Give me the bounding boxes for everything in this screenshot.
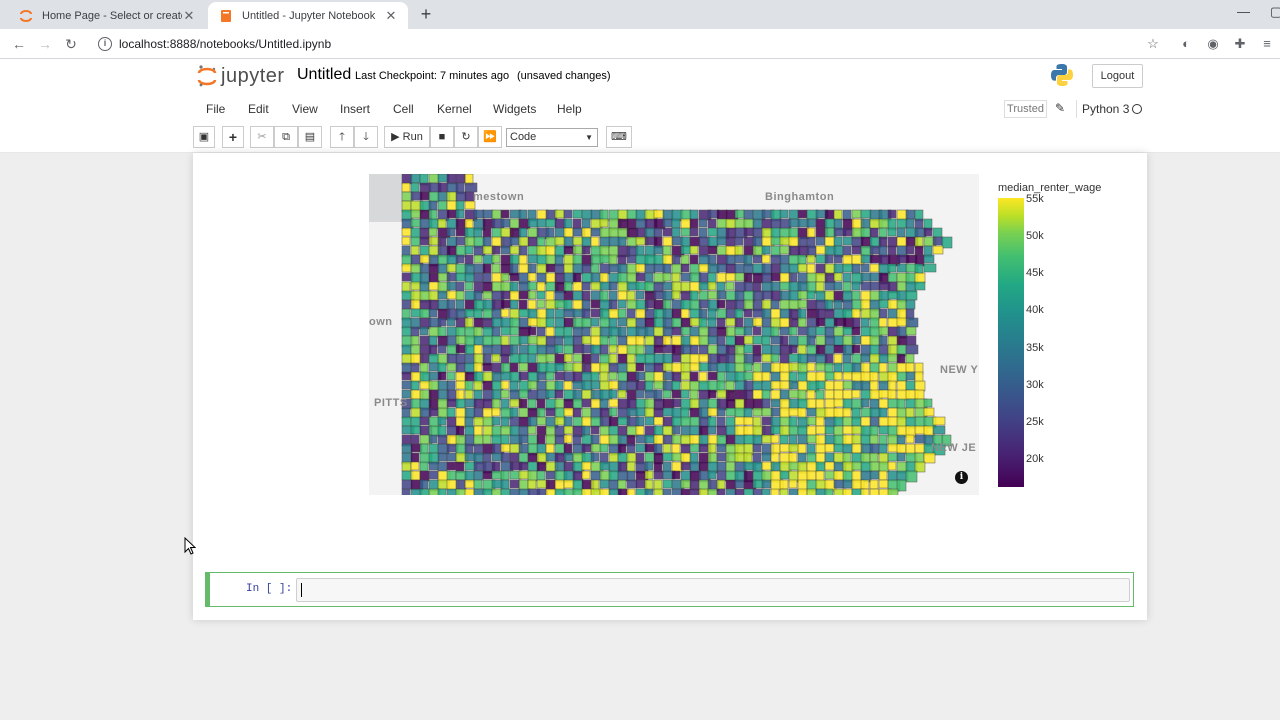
run-button[interactable]: ▶ Run (384, 126, 430, 148)
extension-icon[interactable]: ◐ (1178, 36, 1194, 52)
stop-icon: ■ (438, 131, 446, 143)
text-caret (301, 583, 302, 597)
jupyter-logo[interactable]: jupyter (197, 64, 285, 88)
new-tab-button[interactable]: + (416, 4, 436, 24)
interrupt-button[interactable]: ■ (430, 126, 454, 148)
jupyter-favicon-icon (18, 8, 34, 24)
code-input[interactable] (296, 578, 1130, 602)
play-icon: ▶ (391, 131, 400, 143)
save-button[interactable]: ▣ (193, 126, 215, 148)
map-label-new-jersey: NEW JE (931, 442, 977, 454)
close-icon[interactable]: ✕ (384, 8, 398, 24)
extension-globe-icon[interactable]: ◉ (1205, 36, 1221, 52)
save-icon: ▣ (198, 131, 210, 143)
jupyter-logo-icon (197, 65, 217, 87)
pencil-icon[interactable]: ✎ (1055, 101, 1065, 115)
tab-title: Home Page - Select or create a n (42, 9, 182, 22)
fast-forward-icon: ⏩ (483, 131, 497, 143)
colorbar-tick: 45k (1026, 267, 1044, 279)
kernel-name[interactable]: Python 3 (1082, 102, 1129, 116)
menu-view[interactable]: View (292, 102, 318, 116)
address-bar: ← → ↻ i localhost:8888/notebooks/Untitle… (0, 29, 1280, 59)
move-down-button[interactable]: 🡓 (354, 126, 378, 148)
plus-icon: + (228, 129, 238, 145)
input-prompt: In [ ]: (246, 583, 293, 595)
keyboard-icon: ⌨ (611, 131, 627, 143)
paste-button[interactable]: ▤ (298, 126, 322, 148)
tab-untitled-notebook[interactable]: Untitled - Jupyter Notebook ✕ (208, 2, 408, 29)
colorbar-tick: 25k (1026, 416, 1044, 428)
reload-icon[interactable]: ↻ (62, 35, 80, 53)
colorbar-tick: 30k (1026, 379, 1044, 391)
map-label-town: own (369, 316, 393, 328)
colorbar (998, 198, 1024, 487)
arrow-up-icon: 🡑 (339, 131, 345, 143)
menu-insert[interactable]: Insert (340, 102, 370, 116)
copy-icon: ⧉ (282, 131, 290, 143)
restart-button[interactable]: ↻ (454, 126, 478, 148)
mouse-cursor-icon (184, 537, 196, 555)
site-info-icon[interactable]: i (98, 37, 112, 51)
colorbar-tick: 40k (1026, 304, 1044, 316)
kernel-idle-indicator-icon (1132, 104, 1142, 114)
move-up-button[interactable]: 🡑 (330, 126, 354, 148)
run-label: Run (402, 131, 423, 143)
bookmark-star-icon[interactable]: ☆ (1145, 36, 1161, 52)
puzzle-icon[interactable]: ✚ (1232, 36, 1248, 52)
url-field[interactable]: localhost:8888/notebooks/Untitled.ipynb (119, 37, 331, 51)
map-canvas (369, 174, 953, 495)
jupyter-logo-text: jupyter (221, 64, 285, 87)
colorbar-tick: 35k (1026, 342, 1044, 354)
notebook-title[interactable]: Untitled (297, 66, 351, 84)
tab-home-page[interactable]: Home Page - Select or create a n ✕ (8, 2, 206, 29)
restart-icon: ↻ (461, 131, 471, 143)
close-icon[interactable]: ✕ (182, 8, 196, 24)
copy-button[interactable]: ⧉ (274, 126, 298, 148)
command-palette-button[interactable]: ⌨ (606, 126, 632, 148)
trusted-badge[interactable]: Trusted (1004, 100, 1047, 118)
cut-button[interactable]: ✂ (250, 126, 274, 148)
map-tracts (401, 174, 953, 495)
cell-type-select[interactable]: Code ▼ (506, 128, 598, 147)
maximize-icon[interactable]: ▢ (1270, 4, 1280, 20)
colorbar-title: median_renter_wage (998, 182, 1102, 194)
back-arrow-icon[interactable]: ← (10, 35, 28, 53)
logout-button[interactable]: Logout (1092, 64, 1143, 88)
menu-widgets[interactable]: Widgets (493, 102, 536, 116)
reading-list-icon[interactable]: ≡ (1259, 36, 1275, 52)
forward-arrow-icon[interactable]: → (36, 35, 54, 53)
browser-tab-bar: Home Page - Select or create a n ✕ Untit… (0, 0, 1280, 29)
menu-cell[interactable]: Cell (393, 102, 414, 116)
menu-file[interactable]: File (206, 102, 225, 116)
arrow-down-icon: 🡓 (363, 131, 369, 143)
colorbar-tick: 20k (1026, 453, 1044, 465)
map-label-pittsburgh: PITTS (374, 397, 408, 409)
cell-type-value: Code (510, 131, 537, 143)
minimize-icon[interactable]: — (1237, 4, 1250, 19)
python-logo-icon (1051, 64, 1073, 86)
scissors-icon: ✂ (257, 131, 267, 143)
map-label-new-york: NEW Y (940, 364, 979, 376)
restart-run-all-button[interactable]: ⏩ (478, 126, 502, 148)
insert-cell-button[interactable]: + (222, 126, 244, 148)
map-label-jamestown: mestown (473, 191, 525, 203)
menu-kernel[interactable]: Kernel (437, 102, 472, 116)
choropleth-map[interactable]: Binghamton PITTS NEW Y NEW JE mestown ow… (369, 174, 979, 495)
info-icon[interactable]: i (955, 471, 968, 484)
map-label-binghamton: Binghamton (765, 191, 835, 203)
unsaved-status: (unsaved changes) (517, 70, 611, 82)
checkpoint-status: Last Checkpoint: 7 minutes ago (355, 70, 510, 82)
menu-help[interactable]: Help (557, 102, 582, 116)
menu-edit[interactable]: Edit (248, 102, 269, 116)
notebook-favicon-icon (218, 8, 234, 24)
divider (1076, 100, 1077, 118)
paste-icon: ▤ (304, 131, 316, 143)
colorbar-tick: 50k (1026, 230, 1044, 242)
tab-title: Untitled - Jupyter Notebook (242, 9, 376, 22)
chevron-down-icon: ▼ (585, 133, 593, 142)
colorbar-tick: 55k (1026, 193, 1044, 205)
